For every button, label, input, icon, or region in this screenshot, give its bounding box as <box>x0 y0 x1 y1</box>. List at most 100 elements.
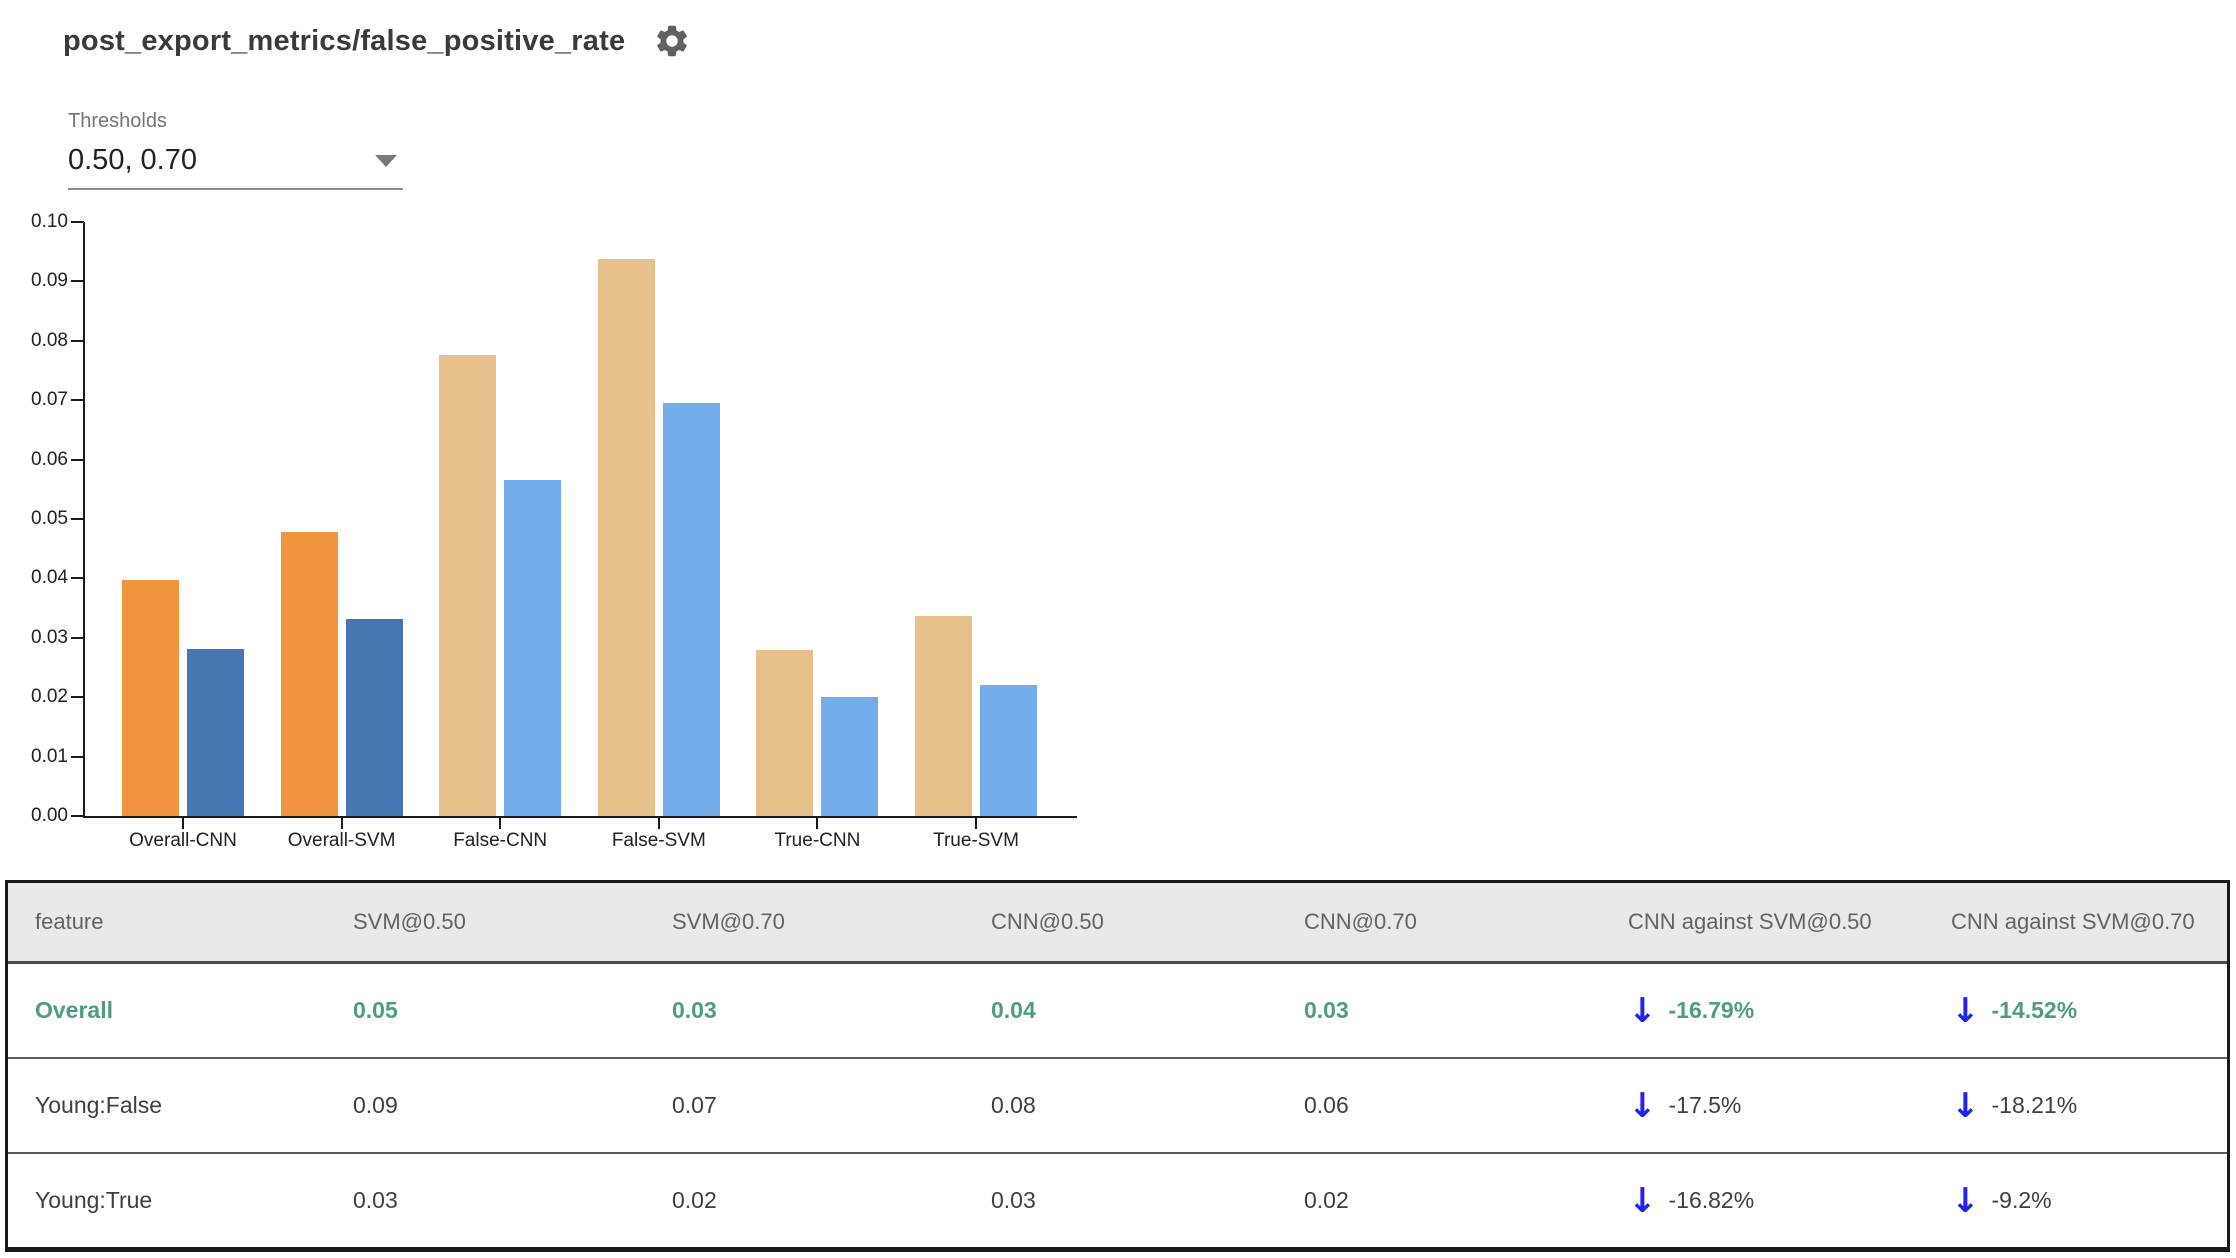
column-header-2: SVM@0.70 <box>672 909 785 934</box>
y-axis <box>83 222 85 818</box>
x-axis <box>83 816 1077 818</box>
threshold-select-label: Thresholds <box>68 110 167 132</box>
y-axis-tick <box>71 280 84 283</box>
bar-true-cnn-threshold0.50[interactable] <box>756 650 814 816</box>
y-axis-tick <box>71 755 84 758</box>
arrow-down-icon: ↓ <box>1951 1180 1980 1221</box>
bar-false-svm-threshold0.50[interactable] <box>597 259 655 816</box>
comparison-cell: ↓ -18.21% <box>1938 1089 2227 1123</box>
arrow-down-icon: ↓ <box>1628 990 1657 1031</box>
comparison-percentage: -18.21% <box>1991 1092 2078 1118</box>
metric-value-cell: 0.07 <box>672 1092 717 1118</box>
threshold-select[interactable]: Thresholds 0.50, 0.70 <box>68 110 403 190</box>
bar-false-cnn-threshold0.70[interactable] <box>504 479 562 816</box>
x-axis-tick <box>657 818 660 829</box>
false-positive-rate-bar-chart: 0.00 0.01 0.02 0.03 0.04 0.05 0.06 0.07 0.08 0.09… <box>0 200 1150 880</box>
metric-value-cell: 0.06 <box>1304 1092 1349 1118</box>
column-header-4: CNN@0.70 <box>1304 909 1417 934</box>
y-axis-tick <box>71 815 84 817</box>
y-axis-tick-label: 0.04 <box>31 567 68 589</box>
comparison-cell: ↓ -16.82% <box>1618 1184 1938 1218</box>
comparison-percentage: -16.82% <box>1668 1187 1755 1213</box>
metric-value-cell: 0.03 <box>353 1187 398 1213</box>
column-header-0: feature <box>35 909 104 934</box>
bar-false-cnn-threshold0.50[interactable] <box>439 355 497 816</box>
y-axis-tick-label: 0.07 <box>31 389 68 411</box>
y-axis-tick-label: 0.08 <box>31 329 68 351</box>
y-axis-tick-label: 0.10 <box>31 211 68 232</box>
feature-cell: Overall <box>35 997 113 1023</box>
comparison-cell: ↓ -17.5% <box>1618 1089 1938 1123</box>
comparison-percentage: -16.79% <box>1668 997 1755 1023</box>
comparison-percentage: -14.52% <box>1991 997 2078 1023</box>
settings-gear-icon[interactable] <box>653 22 691 60</box>
metric-value-cell: 0.04 <box>991 997 1036 1023</box>
y-axis-tick-label: 0.05 <box>31 508 68 529</box>
y-axis-tick <box>71 221 84 223</box>
bar-overall-cnn-threshold0.70[interactable] <box>187 649 244 816</box>
y-axis-tick <box>71 458 84 461</box>
bar-overall-svm-threshold0.70[interactable] <box>345 618 403 816</box>
x-axis-tick <box>340 818 343 829</box>
x-axis-tick <box>499 818 502 829</box>
comparison-percentage: -17.5% <box>1668 1092 1742 1118</box>
y-axis-tick-label: 0.06 <box>31 448 68 470</box>
column-header-1: SVM@0.50 <box>353 909 466 934</box>
threshold-select-value: 0.50, 0.70 <box>68 144 197 176</box>
metric-value-cell: 0.02 <box>1304 1187 1349 1213</box>
x-axis-category-label: Overall-CNN <box>129 830 237 851</box>
metric-value-cell: 0.08 <box>991 1092 1036 1118</box>
metrics-table: feature SVM@0.50 SVM@0.70 CNN@0.50 CNN@0.70 C… <box>5 880 2230 1252</box>
y-axis-tick <box>71 518 84 520</box>
bar-true-cnn-threshold0.70[interactable] <box>821 697 879 816</box>
y-axis-tick <box>71 696 84 699</box>
metric-value-cell: 0.03 <box>991 1187 1036 1213</box>
y-axis-tick-label: 0.03 <box>31 626 68 648</box>
table-row-overall: Overall 0.05 0.03 0.04 0.03 ↓ -16.79% ↓ -14.52% <box>8 964 2227 1059</box>
y-axis-tick-label: 0.00 <box>31 805 68 826</box>
comparison-percentage: -9.2% <box>1991 1187 2052 1213</box>
chevron-down-icon <box>375 154 397 167</box>
metric-value-cell: 0.03 <box>672 997 717 1023</box>
y-axis-tick <box>71 636 84 639</box>
metric-header: post_export_metrics/false_positive_rate <box>63 22 691 60</box>
feature-cell: Young:True <box>35 1187 153 1213</box>
x-axis-tick <box>816 818 819 829</box>
y-axis-tick <box>71 399 84 402</box>
arrow-down-icon: ↓ <box>1951 990 1980 1031</box>
metric-value-cell: 0.03 <box>1304 997 1349 1023</box>
x-axis-tick <box>975 818 977 829</box>
table-row-young-false: Young:False 0.09 0.07 0.08 0.06 ↓ -17.5% ↓ -18.2… <box>8 1059 2227 1154</box>
bar-overall-svm-threshold0.50[interactable] <box>280 532 338 816</box>
bar-overall-cnn-threshold0.50[interactable] <box>122 580 179 816</box>
y-axis-tick-label: 0.01 <box>31 745 68 767</box>
table-header-row: feature SVM@0.50 SVM@0.70 CNN@0.50 CNN@0.70 C… <box>8 883 2227 964</box>
x-axis-category-label: False-SVM <box>611 830 706 851</box>
arrow-down-icon: ↓ <box>1951 1085 1980 1126</box>
y-axis-tick <box>71 339 84 342</box>
y-axis-tick-label: 0.02 <box>31 686 68 708</box>
column-header-3: CNN@0.50 <box>991 909 1104 934</box>
x-axis-category-label: False-CNN <box>453 830 548 851</box>
y-axis-tick-label: 0.09 <box>31 270 68 292</box>
x-axis-category-label: True-CNN <box>774 830 861 851</box>
column-header-6: CNN against SVM@0.70 <box>1951 909 2195 934</box>
table-row-young-true: Young:True 0.03 0.02 0.03 0.02 ↓ -16.82% ↓ -9.2% <box>8 1154 2227 1247</box>
feature-cell: Young:False <box>35 1092 163 1118</box>
bar-true-svm-threshold0.50[interactable] <box>915 615 972 816</box>
x-axis-category-label: Overall-SVM <box>287 830 396 851</box>
arrow-down-icon: ↓ <box>1628 1085 1657 1126</box>
y-axis-tick <box>71 577 84 580</box>
metric-title: post_export_metrics/false_positive_rate <box>63 24 626 57</box>
metric-value-cell: 0.09 <box>353 1092 398 1118</box>
comparison-cell: ↓ -16.79% <box>1618 994 1938 1028</box>
bar-false-svm-threshold0.70[interactable] <box>662 403 720 816</box>
metric-value-cell: 0.05 <box>353 997 398 1023</box>
arrow-down-icon: ↓ <box>1628 1180 1657 1221</box>
bar-true-svm-threshold0.70[interactable] <box>980 685 1037 816</box>
x-axis-category-label: True-SVM <box>933 830 1019 851</box>
column-header-5: CNN against SVM@0.50 <box>1628 909 1872 934</box>
metric-value-cell: 0.02 <box>672 1187 717 1213</box>
comparison-cell: ↓ -9.2% <box>1938 1184 2227 1218</box>
x-axis-tick <box>182 818 184 829</box>
